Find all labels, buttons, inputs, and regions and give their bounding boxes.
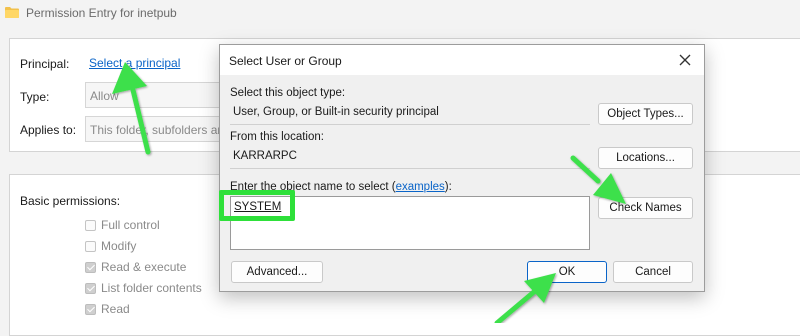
object-type-label: Select this object type: (230, 87, 346, 99)
location-value: KARRARPC (230, 147, 590, 169)
location-label: From this location: (230, 131, 324, 143)
enter-name-label: Enter the object name to select (example… (230, 181, 452, 193)
type-label: Type: (20, 90, 50, 104)
permission-label: Modify (101, 239, 137, 253)
checkbox[interactable] (85, 303, 96, 315)
dialog-title: Select User or Group (229, 54, 342, 68)
principal-label: Principal: (20, 57, 70, 71)
object-type-value: User, Group, or Built-in security princi… (230, 103, 590, 125)
type-select[interactable]: Allow (85, 82, 225, 108)
dialog-titlebar: Select User or Group (220, 45, 704, 75)
permission-read[interactable]: Read (85, 302, 130, 316)
permission-label: Full control (101, 218, 160, 232)
applies-to-select[interactable]: This folder, subfolders and files (85, 116, 225, 142)
permission-list-folder-contents[interactable]: List folder contents (85, 281, 202, 295)
permission-read-execute[interactable]: Read & execute (85, 260, 186, 274)
ok-button[interactable]: OK (527, 261, 607, 283)
object-name-value: SYSTEM (234, 201, 282, 213)
object-name-input[interactable]: SYSTEM (230, 196, 590, 250)
cancel-button[interactable]: Cancel (613, 261, 693, 283)
checkbox[interactable] (85, 282, 96, 294)
check-names-button[interactable]: Check Names (598, 197, 693, 219)
object-types-button[interactable]: Object Types... (598, 103, 693, 125)
permission-full-control[interactable]: Full control (85, 218, 160, 232)
folder-icon (5, 7, 19, 18)
permission-label: Read & execute (101, 260, 187, 274)
window-titlebar: Permission Entry for inetpub (0, 0, 800, 26)
select-principal-link[interactable]: Select a principal (89, 56, 180, 70)
locations-button[interactable]: Locations... (598, 147, 693, 169)
close-icon[interactable] (676, 51, 694, 69)
select-user-dialog: Select User or Group Select this object … (219, 44, 705, 292)
checkbox[interactable] (85, 261, 96, 273)
checkbox[interactable] (85, 219, 96, 231)
window-title: Permission Entry for inetpub (26, 6, 177, 20)
examples-link[interactable]: examples (396, 181, 445, 193)
advanced-button[interactable]: Advanced... (231, 261, 323, 283)
applies-to-label: Applies to: (20, 123, 77, 137)
permission-label: Read (101, 302, 130, 316)
permission-modify[interactable]: Modify (85, 239, 136, 253)
checkbox[interactable] (85, 240, 96, 252)
basic-permissions-label: Basic permissions: (20, 194, 121, 208)
permission-label: List folder contents (101, 281, 202, 295)
